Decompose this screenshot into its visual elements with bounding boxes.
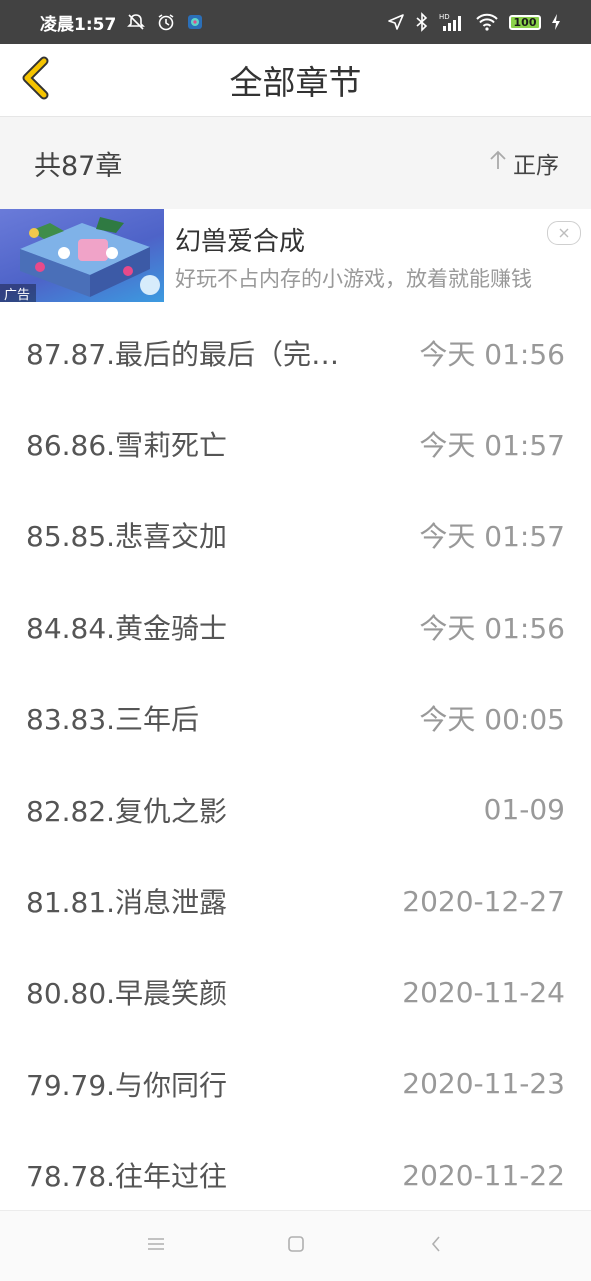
alarm-icon xyxy=(156,12,176,32)
chapter-time: 2020-11-22 xyxy=(402,1158,565,1192)
chapter-time: 2020-12-27 xyxy=(402,884,565,918)
chapter-time: 2020-11-23 xyxy=(402,1067,565,1101)
menu-icon xyxy=(146,1236,166,1256)
chapter-time: 今天 01:56 xyxy=(419,611,565,645)
recent-apps-button[interactable] xyxy=(136,1226,176,1266)
chapter-item[interactable]: 80.80.早晨笑颜 2020-11-24 xyxy=(0,947,591,1038)
chapter-item[interactable]: 86.86.雪莉死亡 今天 01:57 xyxy=(0,398,591,489)
ad-banner[interactable]: 广告 幻兽爱合成 好玩不占内存的小游戏，放着就能赚钱 xyxy=(0,209,591,302)
chapter-time: 今天 01:57 xyxy=(419,520,565,554)
arrow-up-icon xyxy=(489,149,507,177)
chapter-item[interactable]: 78.78.往年过往 2020-11-22 xyxy=(0,1130,591,1221)
chapter-item[interactable]: 83.83.三年后 今天 00:05 xyxy=(0,673,591,764)
chapter-item[interactable]: 79.79.与你同行 2020-11-23 xyxy=(0,1038,591,1129)
chapter-item[interactable]: 81.81.消息泄露 2020-12-27 xyxy=(0,855,591,946)
chapter-title: 79.79.与你同行 xyxy=(26,1068,228,1102)
chapter-title: 80.80.早晨笑颜 xyxy=(26,977,228,1011)
chapter-title: 83.83.三年后 xyxy=(26,703,200,737)
chapter-time: 今天 00:05 xyxy=(419,703,565,737)
battery-indicator: 100 xyxy=(509,14,541,30)
chapter-count: 共87章 xyxy=(34,150,123,182)
title-bar: 全部章节 xyxy=(0,44,591,117)
page-title: 全部章节 xyxy=(229,63,362,102)
ad-close-button[interactable] xyxy=(547,221,581,245)
sort-order-button[interactable]: 正序 xyxy=(489,117,559,209)
network-label: HD xyxy=(439,13,450,21)
charging-icon xyxy=(551,13,561,31)
chapter-item[interactable]: 87.87.最后的最后（完结） 今天 01:56 xyxy=(0,307,591,398)
navigation-bar xyxy=(0,1210,591,1281)
back-icon xyxy=(429,1234,443,1258)
chapter-title: 78.78.往年过往 xyxy=(26,1160,228,1194)
chapter-item[interactable]: 85.85.悲喜交加 今天 01:57 xyxy=(0,490,591,581)
signal-icon: HD xyxy=(439,12,465,32)
chapter-title: 85.85.悲喜交加 xyxy=(26,520,228,554)
status-bar: 凌晨1:57 HD 100 xyxy=(0,0,591,44)
chapter-list: 87.87.最后的最后（完结） 今天 01:56 86.86.雪莉死亡 今天 0… xyxy=(0,307,591,1221)
chapter-time: 01-09 xyxy=(483,793,565,827)
ad-title[interactable]: 幻兽爱合成 xyxy=(175,221,305,258)
chapter-item[interactable]: 84.84.黄金骑士 今天 01:56 xyxy=(0,581,591,672)
chapter-item[interactable]: 82.82.复仇之影 01-09 xyxy=(0,764,591,855)
chapter-time: 今天 01:56 xyxy=(419,337,565,371)
app-icon xyxy=(186,13,204,31)
chapter-title: 81.81.消息泄露 xyxy=(26,886,228,920)
mute-icon xyxy=(126,12,146,32)
chapter-title: 82.82.复仇之影 xyxy=(26,794,228,828)
status-time: 凌晨1:57 xyxy=(40,14,117,35)
home-button[interactable] xyxy=(276,1226,316,1266)
ad-badge: 广告 xyxy=(0,284,37,302)
chapter-title: 86.86.雪莉死亡 xyxy=(26,429,228,463)
chapter-time: 2020-11-24 xyxy=(402,975,565,1009)
wifi-icon xyxy=(475,12,499,32)
close-icon xyxy=(558,224,570,243)
location-icon xyxy=(387,13,405,31)
bluetooth-icon xyxy=(415,12,429,32)
chapter-title: 87.87.最后的最后（完结） xyxy=(26,337,356,371)
chapter-title: 84.84.黄金骑士 xyxy=(26,611,228,645)
ad-image[interactable]: 广告 xyxy=(0,209,164,302)
home-icon xyxy=(286,1234,306,1258)
chapter-time: 今天 01:57 xyxy=(419,429,565,463)
chapter-count-row: 共87章 正序 xyxy=(0,117,591,209)
ad-description[interactable]: 好玩不占内存的小游戏，放着就能赚钱 xyxy=(175,263,545,293)
sort-order-label: 正序 xyxy=(513,153,559,179)
nav-back-button[interactable] xyxy=(416,1226,456,1266)
